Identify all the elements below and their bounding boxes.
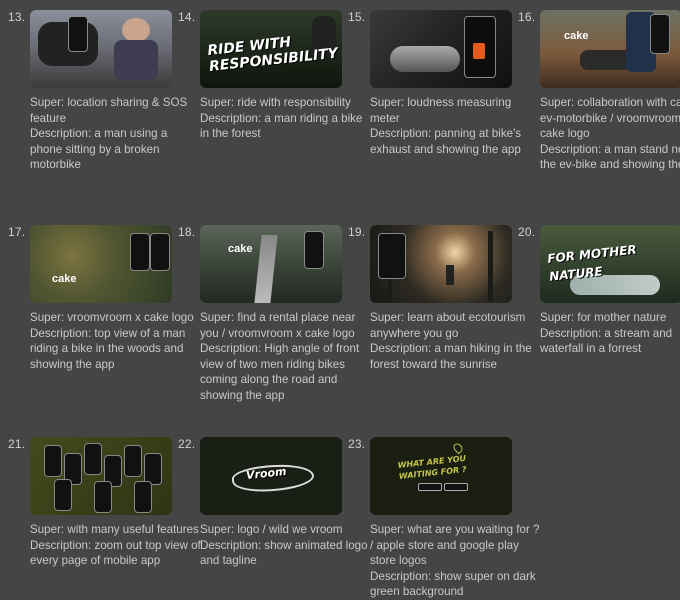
cake-logo: cake [52,273,77,285]
scene-thumbnail [30,437,172,515]
scene-text: Super: location sharing & SOS feature De… [30,95,202,173]
scene-text: Super: ride with responsibility Descript… [200,95,372,142]
scene-description: Description: zoom out top view of every … [30,538,201,568]
scene-number: 16. [518,10,536,24]
scene-description: Description: a man using a phone sitting… [30,127,168,172]
scene-super: Super: what are you waiting for ? / appl… [370,523,540,568]
scene-description: Description: a man hiking in the forest … [370,342,532,371]
scene-description: Description: a stream and waterfall in a… [540,326,673,356]
phone-mockup [134,481,152,513]
scene-text: Super: vroomvroom x cake logo Descriptio… [30,310,202,372]
man-head-shape [122,18,150,42]
scene-thumbnail [30,10,172,88]
scene-super: Super: collaboration with cake ev-motorb… [540,96,680,141]
phone-mockup [94,481,112,513]
scene-thumbnail: cake [30,225,172,303]
tree-shape [488,231,493,301]
scene-description: Description: High angle of front view of… [200,342,360,402]
scene-super: Super: with many useful features [30,523,199,536]
phone-mockup [44,445,62,477]
scene-description: Description: a man riding a bike in the … [200,111,363,141]
phone-mockup [650,14,670,54]
scene-thumbnail: WHAT ARE YOU WAITING FOR ? [370,437,512,515]
phone-mockup [124,445,142,477]
phone-mockup [84,443,102,475]
scene-number: 22. [178,437,196,451]
scene-number: 23. [348,437,366,451]
scene-thumbnail: cake [200,225,342,303]
cake-logo: cake [228,243,253,255]
scene-thumbnail: FOR MOTHER NATURE [540,225,680,303]
app-store-badge [418,483,442,491]
scene-text: Super: for mother nature Description: a … [540,310,680,357]
scene-super: Super: for mother nature [540,311,667,324]
scene-text: Super: logo / wild we vroom Description:… [200,522,372,569]
scene-thumbnail: RIDE WITH RESPONSIBILITY [200,10,342,88]
scene-super: Super: learn about ecotourism anywhere y… [370,311,526,340]
scene-text: Super: learn about ecotourism anywhere y… [370,310,542,372]
scene-super: Super: ride with responsibility [200,96,351,109]
scene-number: 18. [178,225,196,239]
scene-super: Super: vroomvroom x cake logo [30,311,194,324]
scene-super: Super: loudness measuring meter [370,96,512,125]
scene-text: Super: what are you waiting for ? / appl… [370,522,542,600]
cake-logo: cake [564,30,589,42]
exhaust-shape [390,46,460,72]
google-play-badge [444,483,468,491]
hiker-shape [446,265,454,285]
man-body-shape [114,40,158,80]
scene-number: 13. [8,10,26,24]
scene-number: 17. [8,225,26,239]
scene-super: Super: location sharing & SOS feature [30,96,188,125]
scene-thumbnail: cake [540,10,680,88]
scene-text: Super: with many useful features Descrip… [30,522,202,569]
phone-mockup [304,231,324,269]
scene-text: Super: find a rental place near you / vr… [200,310,372,404]
scene-thumbnail [370,225,512,303]
scene-super: Super: find a rental place near you / vr… [200,311,356,340]
phone-mockup [68,16,88,52]
scene-description: Description: show super on dark green ba… [370,569,536,599]
road-shape [254,235,278,303]
scene-number: 14. [178,10,196,24]
overlay-text: WHAT ARE YOU WAITING FOR ? [397,453,467,481]
scene-text: Super: loudness measuring meter Descript… [370,95,542,157]
scene-description: Description: top view of a man riding a … [30,326,186,371]
scene-super: Super: logo / wild we vroom [200,523,343,536]
scene-description: Description: show animated logo and tagl… [200,538,368,568]
scene-description: Description: panning at bike's exhaust a… [370,127,522,156]
overlay-text: RIDE WITH RESPONSIBILITY [206,34,339,75]
scene-text: Super: collaboration with cake ev-motorb… [540,95,680,173]
phone-mockup [130,233,150,271]
scene-number: 19. [348,225,366,239]
scene-thumbnail: Vroom [200,437,342,515]
phone-mockup [150,233,170,271]
meter-graphic [473,43,485,59]
phone-mockup [378,233,406,279]
scene-description: Description: a man stand next to the ev-… [540,142,680,172]
phone-mockup [54,479,72,511]
scene-thumbnail [370,10,512,88]
scene-number: 21. [8,437,26,451]
overlay-text: FOR MOTHER NATURE [546,242,638,284]
scene-number: 15. [348,10,366,24]
phone-mockup [464,16,496,78]
scene-number: 20. [518,225,536,239]
